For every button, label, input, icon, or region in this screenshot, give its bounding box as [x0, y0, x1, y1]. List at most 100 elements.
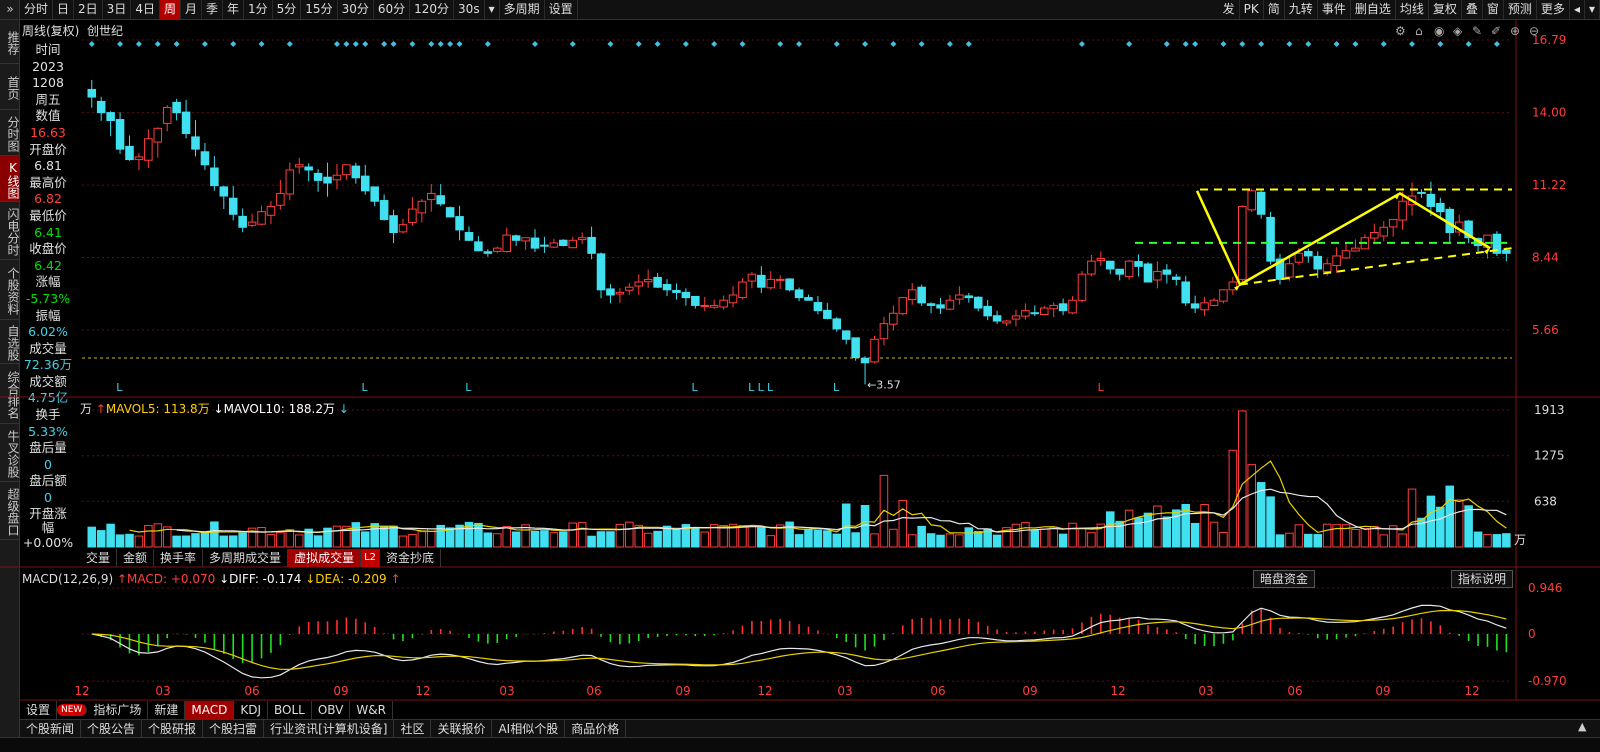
- event-marker-icon: [409, 41, 416, 47]
- eye-icon[interactable]: ◉: [1434, 24, 1444, 38]
- volume-bar: [1313, 534, 1323, 548]
- volume-bar: [1039, 528, 1049, 548]
- volume-bar: [1407, 488, 1417, 548]
- indicator-tab-4[interactable]: MACD: [185, 701, 235, 719]
- candle-body: [813, 302, 823, 312]
- volume-bar: [700, 531, 710, 548]
- volume-bar: [530, 530, 540, 548]
- dark-pool-button[interactable]: 暗盘资金: [1253, 570, 1316, 588]
- volume-bar: [125, 533, 134, 548]
- candle-body: [266, 205, 276, 216]
- chart-canvas[interactable]: ←3.57L L L L L L L L L 16.7914.0011.228.445.6619…: [0, 0, 1600, 752]
- candle-body: [794, 289, 804, 299]
- volume-bar: [398, 535, 408, 548]
- candle-body: [1502, 249, 1511, 254]
- candle-body: [1153, 271, 1162, 281]
- event-marker-icon: [352, 41, 359, 47]
- volume-tab-5[interactable]: L2: [361, 549, 381, 567]
- news-tab-3[interactable]: 个股扫雷: [203, 720, 265, 738]
- event-marker-icon: [607, 41, 614, 47]
- indicator-tab-2[interactable]: 指标广场: [87, 701, 149, 719]
- volume-bar: [200, 531, 210, 548]
- volume-tab-2[interactable]: 换手率: [154, 549, 204, 567]
- edit-icon[interactable]: ✎: [1472, 24, 1482, 38]
- news-tab-2[interactable]: 个股研报: [142, 720, 204, 738]
- volume-bar: [1209, 521, 1219, 548]
- candle-body: [1351, 247, 1360, 252]
- candle-body: [1426, 193, 1436, 207]
- volume-tab-6[interactable]: 资金抄底: [380, 549, 442, 567]
- price-axis-label: 8.44: [1532, 251, 1559, 265]
- layers-icon[interactable]: ◈: [1453, 24, 1463, 38]
- news-tab-5[interactable]: 社区: [394, 720, 432, 738]
- event-marker-icon: [1239, 41, 1246, 47]
- min-price-label: ←3.57: [867, 378, 901, 391]
- candle-body: [351, 165, 361, 179]
- volume-bar: [228, 535, 238, 548]
- draw-icon[interactable]: ✐: [1491, 24, 1501, 38]
- event-marker-icon: [1465, 41, 1472, 47]
- diff-line: [91, 604, 1507, 679]
- volume-bar: [662, 525, 672, 548]
- volume-tab-1[interactable]: 金额: [117, 549, 155, 567]
- lock-icon[interactable]: ⌂: [1415, 24, 1423, 38]
- indicator-tab-0[interactable]: 设置: [20, 701, 58, 719]
- volume-bar: [474, 522, 483, 548]
- volume-bar: [1030, 529, 1040, 548]
- event-marker-icon: [918, 41, 925, 47]
- indicator-tab-7[interactable]: OBV: [312, 701, 351, 719]
- volume-tab-0[interactable]: 交量: [80, 549, 118, 567]
- mavol10-label: MAVOL10: 188.2万: [223, 402, 335, 416]
- news-tab-0[interactable]: 个股新闻: [20, 720, 82, 738]
- indicator-tab-8[interactable]: W&R: [350, 701, 393, 719]
- zoom-out-icon[interactable]: ⊖: [1529, 24, 1539, 38]
- volume-bar: [559, 531, 568, 548]
- volume-bar: [1011, 523, 1021, 548]
- candle-body: [577, 237, 587, 241]
- event-marker-icon: [1437, 41, 1444, 47]
- news-tab-8[interactable]: 商品价格: [565, 720, 627, 738]
- event-marker-icon: [230, 41, 237, 47]
- volume-tab-4[interactable]: 虚拟成交量: [288, 549, 362, 567]
- volume-bar: [1398, 533, 1407, 548]
- indicator-tab-5[interactable]: KDJ: [234, 701, 269, 719]
- settings-icon[interactable]: ⚙: [1395, 24, 1406, 38]
- volume-bar: [134, 535, 144, 548]
- volume-bar: [294, 534, 304, 548]
- volume-bar: [1068, 522, 1077, 548]
- volume-header: 万 ↑MAVOL5: 113.8万 ↓MAVOL10: 188.2万 ↓: [80, 400, 349, 417]
- candle-body: [1181, 281, 1190, 304]
- volume-bar: [1162, 516, 1172, 548]
- volume-bar: [917, 525, 926, 548]
- candle-body: [455, 216, 464, 231]
- volume-bar: [1285, 532, 1294, 548]
- volume-bar: [106, 523, 115, 548]
- candle-body: [106, 112, 115, 121]
- news-tab-1[interactable]: 个股公告: [81, 720, 143, 738]
- candle-body: [1247, 190, 1256, 211]
- volume-tab-3[interactable]: 多周期成交量: [203, 549, 289, 567]
- zoom-in-icon[interactable]: ⊕: [1510, 24, 1520, 38]
- news-tab-7[interactable]: AI相似个股: [492, 720, 566, 738]
- news-tab-6[interactable]: 关联报价: [431, 720, 493, 738]
- event-marker-icon: [682, 41, 689, 47]
- news-expand-icon[interactable]: ▲: [1578, 720, 1586, 733]
- indicator-help-button[interactable]: 指标说明: [1451, 570, 1514, 588]
- candle-body: [1190, 303, 1200, 309]
- volume-bar: [1105, 511, 1115, 548]
- volume-bar: [625, 521, 634, 548]
- macd-value: MACD: +0.070: [127, 572, 216, 586]
- news-tab-4[interactable]: 行业资讯[计算机设备]: [264, 720, 395, 738]
- candle-body: [238, 215, 247, 228]
- event-marker-icon: [796, 41, 803, 47]
- indicator-tab-3[interactable]: 新建: [148, 701, 186, 719]
- event-marker-icon: [1409, 41, 1416, 47]
- x-axis-label: 03: [837, 684, 852, 698]
- candle-body: [228, 197, 238, 215]
- x-axis-label: 03: [499, 684, 514, 698]
- indicator-tab-1[interactable]: NEW: [57, 704, 88, 716]
- event-marker-icon: [739, 41, 746, 47]
- indicator-tab-6[interactable]: BOLL: [268, 701, 312, 719]
- candle-body: [342, 164, 351, 176]
- event-marker-icon: [154, 41, 161, 47]
